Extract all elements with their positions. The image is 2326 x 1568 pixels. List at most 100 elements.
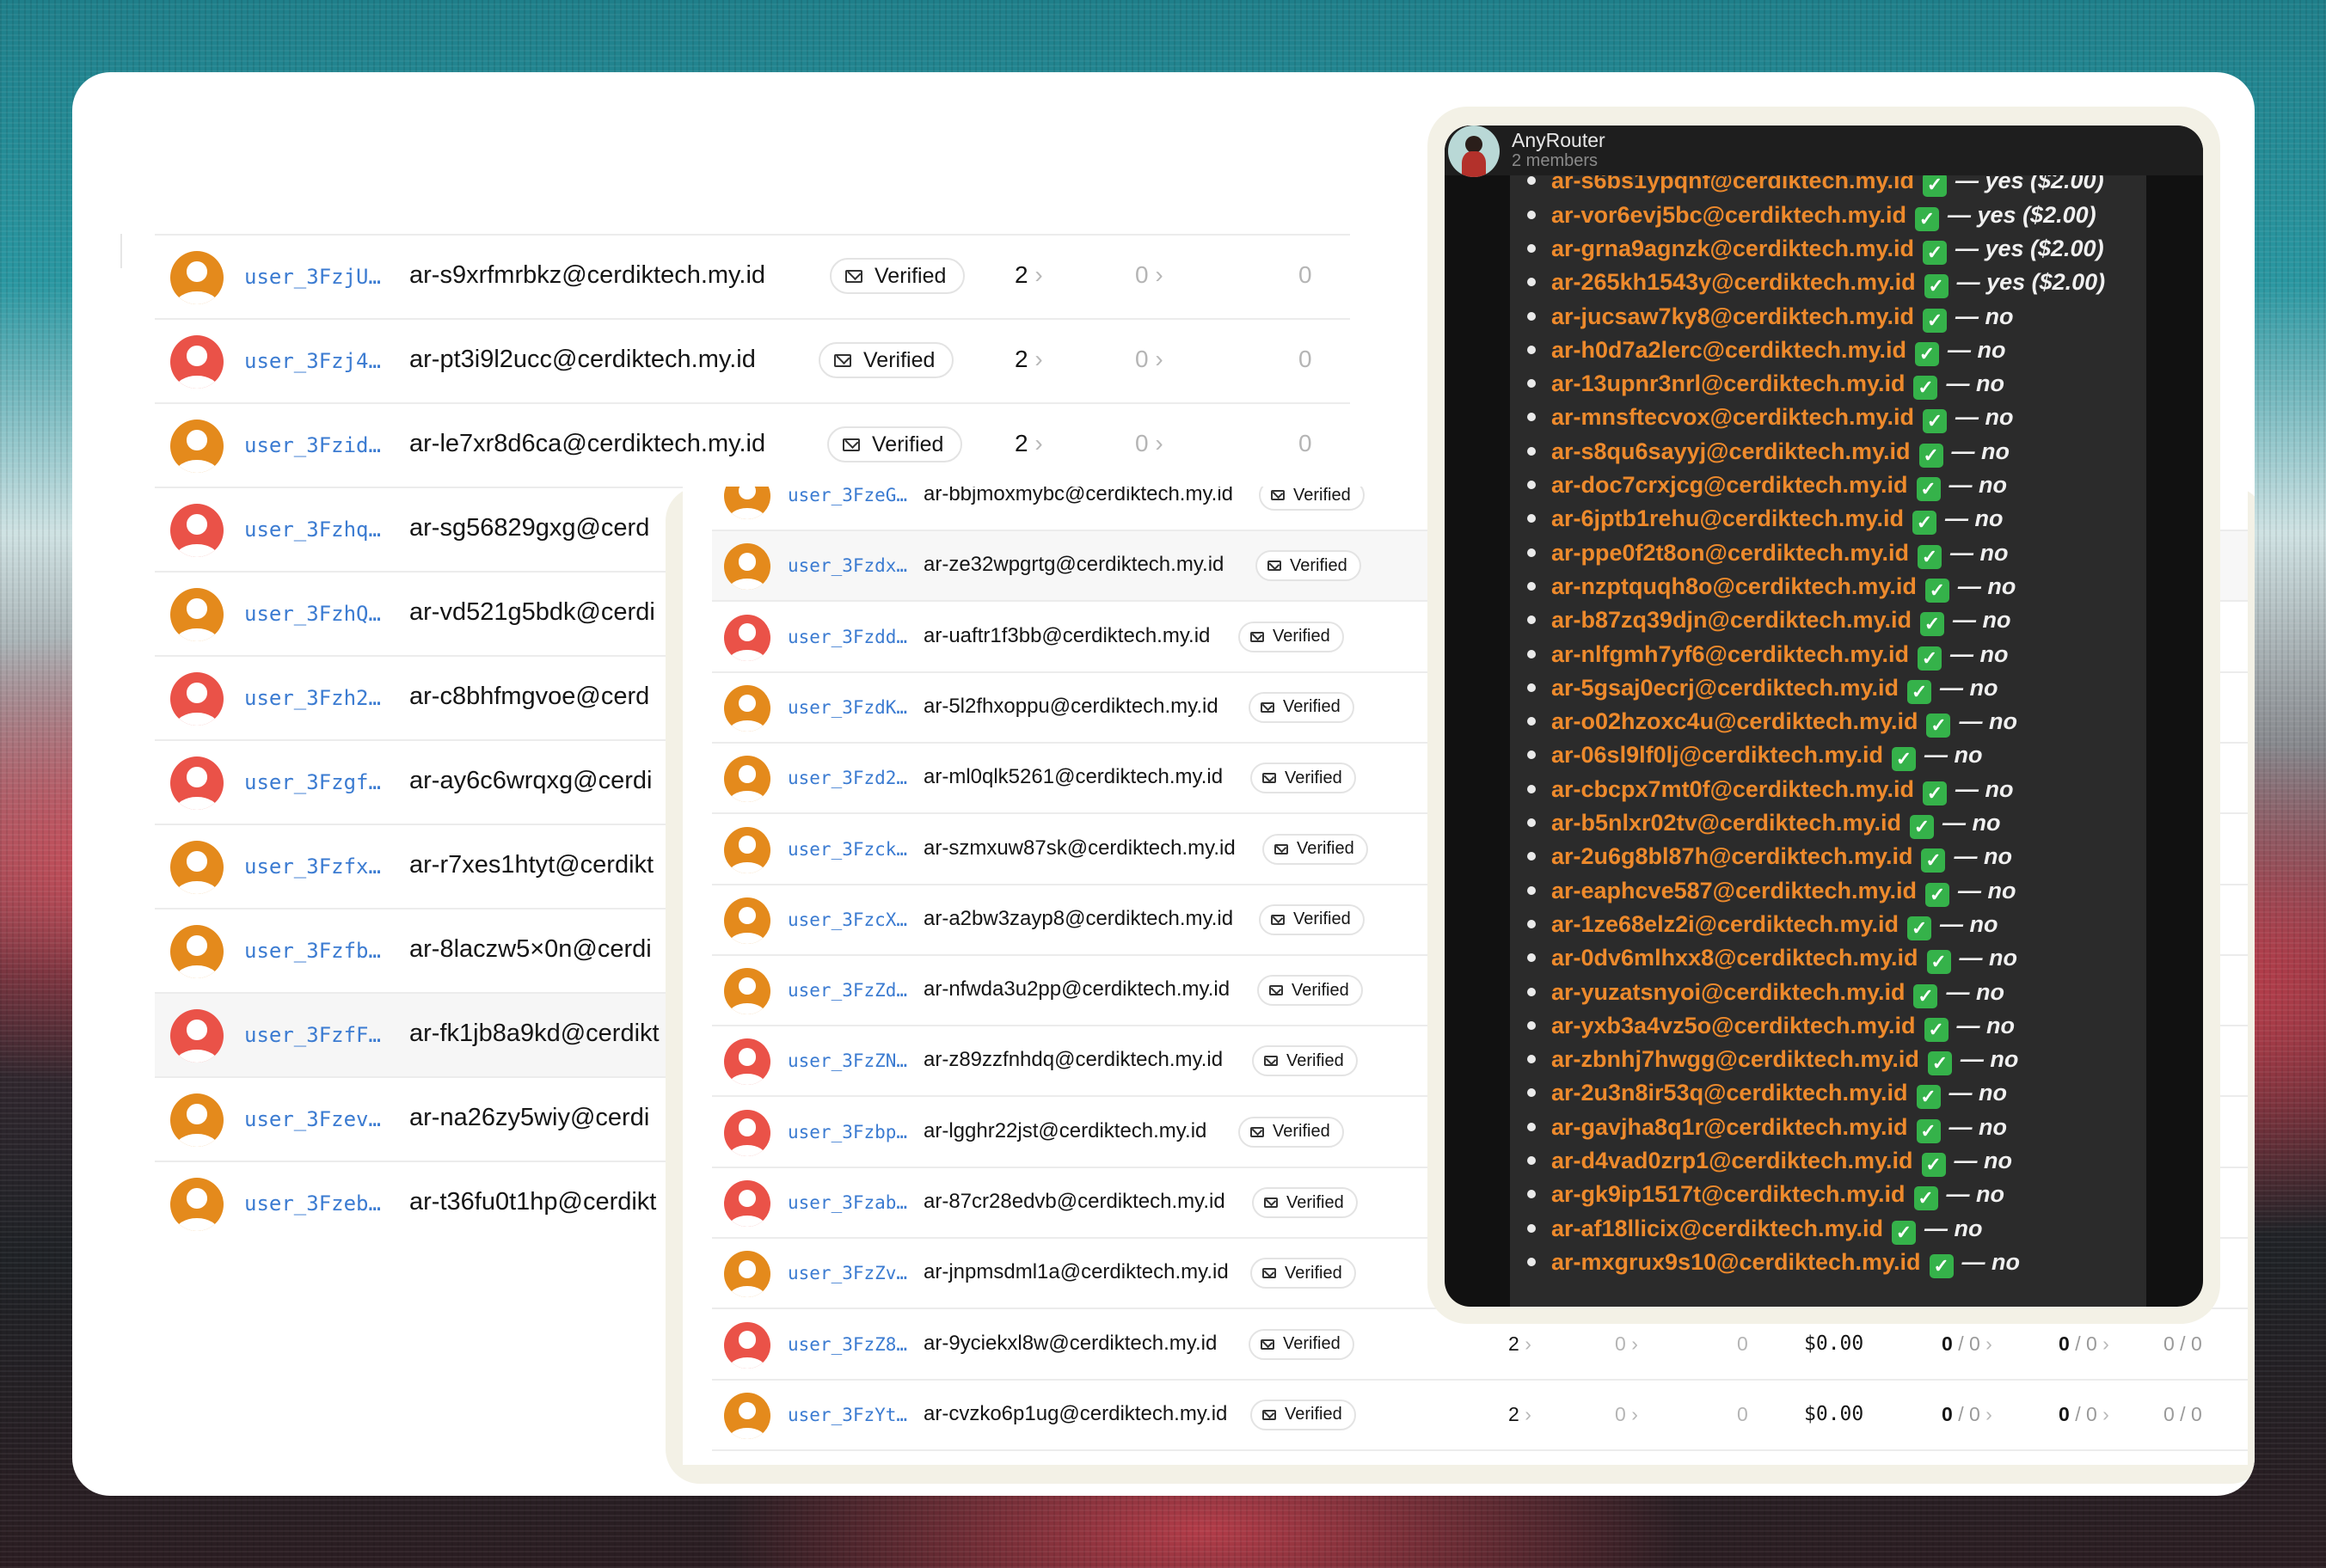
bullet-icon — [1527, 1020, 1536, 1030]
count-link[interactable]: 0 › — [1615, 1332, 1638, 1356]
user-id-link[interactable]: user_3Fzd2… — [788, 768, 907, 788]
table-row[interactable]: user_3Fzid… ar-le7xr8d6ca@cerdiktech.my.… — [155, 402, 1350, 487]
email-link[interactable]: ar-zbnhj7hwgg@cerdiktech.my.id — [1551, 1046, 1919, 1072]
count-value: 0 — [1298, 261, 1312, 288]
avatar — [724, 1321, 770, 1369]
email-link[interactable]: ar-yuzatsnyoi@cerdiktech.my.id — [1551, 979, 1905, 1005]
ratio-link[interactable]: 0 / 0 › — [2059, 1332, 2109, 1356]
bullet-icon — [1527, 481, 1536, 489]
user-id-link[interactable]: user_3Fzh2… — [244, 686, 381, 710]
user-id-link[interactable]: user_3Fzbp… — [788, 1122, 907, 1142]
email-link[interactable]: ar-eaphcve587@cerdiktech.my.id — [1551, 878, 1917, 903]
user-id-link[interactable]: user_3FzZd… — [788, 980, 907, 1001]
count-link[interactable]: 2 › — [1508, 1332, 1531, 1356]
email-link[interactable]: ar-mnsftecvox@cerdiktech.my.id — [1551, 404, 1914, 430]
email-link[interactable]: ar-grna9agnzk@cerdiktech.my.id — [1551, 236, 1914, 261]
count-link[interactable]: 2 › — [1508, 1403, 1531, 1426]
user-id-link[interactable]: user_3FzdK… — [788, 697, 907, 718]
email-link[interactable]: ar-nzptquqh8o@cerdiktech.my.id — [1551, 573, 1917, 599]
avatar — [724, 756, 770, 803]
user-id-link[interactable]: user_3FzZv… — [788, 1263, 907, 1283]
user-id-link[interactable]: user_3FzYt… — [788, 1405, 907, 1425]
avatar — [170, 420, 224, 473]
email-link[interactable]: ar-vor6evj5bc@cerdiktech.my.id — [1551, 202, 1906, 228]
email-link[interactable]: ar-af18llicix@cerdiktech.my.id — [1551, 1216, 1883, 1241]
avatar — [724, 487, 770, 519]
count-link[interactable]: 2 › — [1015, 346, 1043, 373]
table-row[interactable]: user_3Fzj4… ar-pt3i9l2ucc@cerdiktech.my.… — [155, 318, 1350, 402]
email-link[interactable]: ar-1ze68elz2i@cerdiktech.my.id — [1551, 911, 1899, 937]
count-link[interactable]: 0 › — [1135, 430, 1163, 457]
user-id-link[interactable]: user_3FzZ8… — [788, 1334, 907, 1355]
email-link[interactable]: ar-0dv6mlhxx8@cerdiktech.my.id — [1551, 945, 1918, 971]
email-link[interactable]: ar-h0d7a2lerc@cerdiktech.my.id — [1551, 337, 1906, 363]
count-link[interactable]: 2 › — [1015, 430, 1043, 457]
check-mark-icon: ✓ — [1921, 1153, 1946, 1177]
chevron-right-icon: › — [1155, 430, 1163, 456]
cost-value: $0.00 — [1804, 1402, 1864, 1425]
bullet-icon — [1527, 852, 1536, 861]
user-id-link[interactable]: user_3Fzid… — [244, 433, 381, 457]
email-link[interactable]: ar-yxb3a4vz5o@cerdiktech.my.id — [1551, 1013, 1916, 1038]
user-id-link[interactable]: user_3FzfF… — [244, 1023, 381, 1047]
user-id-link[interactable]: user_3Fzab… — [788, 1192, 907, 1213]
ratio-link[interactable]: 0 / 0 › — [1942, 1403, 1992, 1426]
user-id-link[interactable]: user_3Fzfb… — [244, 939, 381, 963]
ratio-link[interactable]: 0 / 0 › — [1942, 1332, 1992, 1356]
email-link[interactable]: ar-ppe0f2t8on@cerdiktech.my.id — [1551, 540, 1909, 566]
badge-label: Verified — [1286, 1192, 1344, 1212]
user-id-link[interactable]: user_3Fzgf… — [244, 770, 381, 794]
email-text: ar-jnpmsdml1a@cerdiktech.my.id — [924, 1260, 1229, 1284]
user-id-link[interactable]: user_3FzZN… — [788, 1050, 907, 1071]
check-mark-icon: ✓ — [1919, 612, 1944, 637]
user-id-link[interactable]: user_3Fzfx… — [244, 854, 381, 879]
email-link[interactable]: ar-gavjha8q1r@cerdiktech.my.id — [1551, 1114, 1908, 1140]
group-avatar[interactable] — [1448, 126, 1500, 177]
email-link[interactable]: ar-2u6g8bl87h@cerdiktech.my.id — [1551, 843, 1912, 869]
email-link[interactable]: ar-jucsaw7ky8@cerdiktech.my.id — [1551, 303, 1914, 329]
email-link[interactable]: ar-06sl9lf0lj@cerdiktech.my.id — [1551, 742, 1883, 768]
user-id-link[interactable]: user_3FzeG… — [788, 487, 907, 505]
ratio-link[interactable]: 0 / 0 › — [2059, 1403, 2109, 1426]
email-link[interactable]: ar-b87zq39djn@cerdiktech.my.id — [1551, 607, 1912, 633]
email-text: ar-szmxuw87sk@cerdiktech.my.id — [924, 836, 1236, 860]
user-id-link[interactable]: user_3FzjU… — [244, 265, 381, 289]
user-id-link[interactable]: user_3Fzdx… — [788, 555, 907, 576]
count-link[interactable]: 0 › — [1135, 346, 1163, 373]
user-id-link[interactable]: user_3FzhQ… — [244, 602, 381, 626]
email-text: ar-9yciekxl8w@cerdiktech.my.id — [924, 1331, 1218, 1355]
user-id-link[interactable]: user_3FzcX… — [788, 910, 907, 930]
count-link[interactable]: 2 › — [1015, 261, 1043, 289]
user-id-link[interactable]: user_3Fzdd… — [788, 627, 907, 647]
user-id-link[interactable]: user_3Fzj4… — [244, 349, 381, 373]
table-row[interactable]: user_3FzYt… ar-cvzko6p1ug@cerdiktech.my.… — [712, 1381, 2248, 1451]
user-id-link[interactable]: user_3Fzhq… — [244, 518, 381, 542]
count-link[interactable]: 0 › — [1135, 261, 1163, 289]
email-link[interactable]: ar-s8qu6sayyj@cerdiktech.my.id — [1551, 438, 1911, 464]
chat-header[interactable]: AnyRouter 2 members — [1445, 126, 2203, 175]
ratio-value: 0 / 0 — [2163, 1402, 2202, 1425]
email-link[interactable]: ar-mxgrux9s10@cerdiktech.my.id — [1551, 1249, 1921, 1275]
count-link[interactable]: 0 › — [1615, 1403, 1638, 1426]
email-link[interactable]: ar-o02hzoxc4u@cerdiktech.my.id — [1551, 708, 1918, 734]
email-link[interactable]: ar-cbcpx7mt0f@cerdiktech.my.id — [1551, 776, 1914, 802]
user-id-link[interactable]: user_3Fzev… — [244, 1107, 381, 1131]
count-value: 0 — [1298, 346, 1312, 372]
email-link[interactable]: ar-5gsaj0ecrj@cerdiktech.my.id — [1551, 675, 1899, 701]
verified-badge: Verified — [1259, 903, 1365, 935]
email-link[interactable]: ar-doc7crxjcg@cerdiktech.my.id — [1551, 472, 1908, 498]
count-value: 0 — [1135, 430, 1149, 456]
email-link[interactable]: ar-gk9ip1517t@cerdiktech.my.id — [1551, 1181, 1906, 1207]
email-link[interactable]: ar-d4vad0zrp1@cerdiktech.my.id — [1551, 1148, 1913, 1173]
email-text: ar-8laczw5×0n@cerdi — [409, 935, 652, 963]
email-link[interactable]: ar-6jptb1rehu@cerdiktech.my.id — [1551, 505, 1904, 531]
email-link[interactable]: ar-b5nlxr02tv@cerdiktech.my.id — [1551, 810, 1901, 836]
email-link[interactable]: ar-2u3n8ir53q@cerdiktech.my.id — [1551, 1080, 1908, 1106]
email-link[interactable]: ar-13upnr3nrl@cerdiktech.my.id — [1551, 371, 1905, 396]
email-link[interactable]: ar-nlfgmh7yf6@cerdiktech.my.id — [1551, 641, 1909, 667]
email-link[interactable]: ar-265kh1543y@cerdiktech.my.id — [1551, 269, 1916, 295]
badge-label: Verified — [872, 432, 944, 456]
user-id-link[interactable]: user_3Fzck… — [788, 839, 907, 860]
table-row[interactable]: user_3FzjU… ar-s9xrfmrbkz@cerdiktech.my.… — [155, 234, 1350, 318]
user-id-link[interactable]: user_3Fzeb… — [244, 1191, 381, 1216]
